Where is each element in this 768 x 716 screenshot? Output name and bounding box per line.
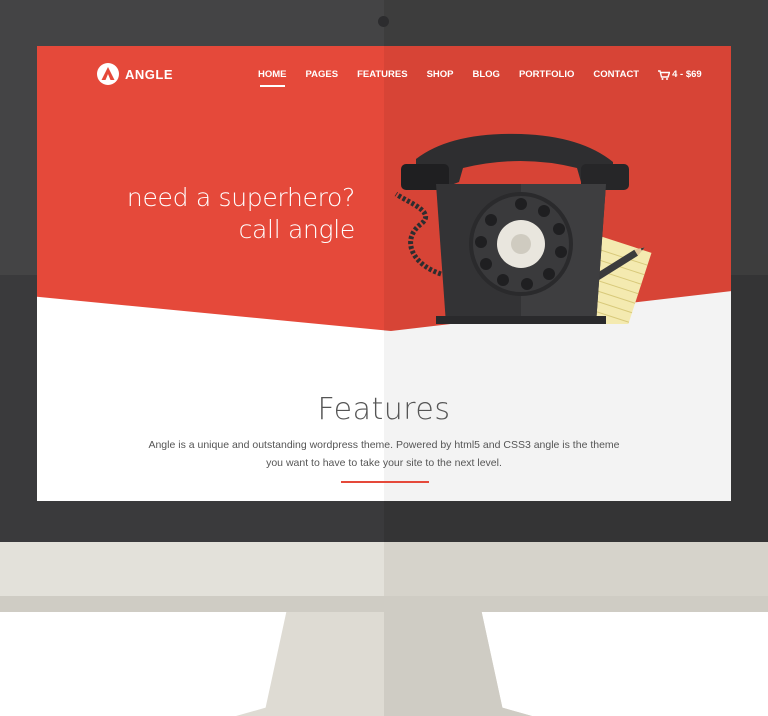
nav-blog[interactable]: BLOG — [473, 69, 500, 80]
nav-features[interactable]: FEATURES — [357, 69, 408, 80]
nav-portfolio[interactable]: PORTFOLIO — [519, 69, 574, 80]
logo[interactable]: ANGLE — [97, 63, 173, 85]
telephone-illustration — [394, 133, 652, 324]
features-heading: Features — [317, 392, 451, 427]
features-desc-line-1: Angle is a unique and outstanding wordpr… — [148, 439, 620, 451]
angle-logo-icon — [97, 63, 119, 85]
features-divider — [341, 481, 429, 483]
hero-line-1: need a superhero? — [126, 183, 355, 212]
camera-dot — [378, 16, 389, 27]
hero-tagline: need a superhero? call angle — [97, 182, 355, 246]
logo-text: ANGLE — [125, 66, 173, 82]
nav-contact[interactable]: CONTACT — [593, 69, 639, 80]
hero-line-2: call angle — [238, 215, 356, 244]
main-menu: HOME PAGES FEATURES SHOP BLOG PORTFOLIO … — [258, 69, 702, 87]
nav-home[interactable]: HOME — [258, 69, 287, 87]
nav-cart[interactable]: 4 - $69 — [658, 69, 702, 80]
nav-pages[interactable]: PAGES — [306, 69, 339, 80]
features-description: Angle is a unique and outstanding wordpr… — [134, 436, 634, 472]
website-screen: ANGLE HOME PAGES FEATURES SHOP BLOG PORT… — [37, 46, 731, 501]
nav-shop[interactable]: SHOP — [427, 69, 454, 80]
features-desc-line-2: you want to have to take your site to th… — [266, 457, 502, 469]
shopping-cart-icon — [658, 69, 671, 80]
cart-summary: 4 - $69 — [672, 69, 702, 80]
top-navigation: ANGLE HOME PAGES FEATURES SHOP BLOG PORT… — [37, 46, 731, 106]
